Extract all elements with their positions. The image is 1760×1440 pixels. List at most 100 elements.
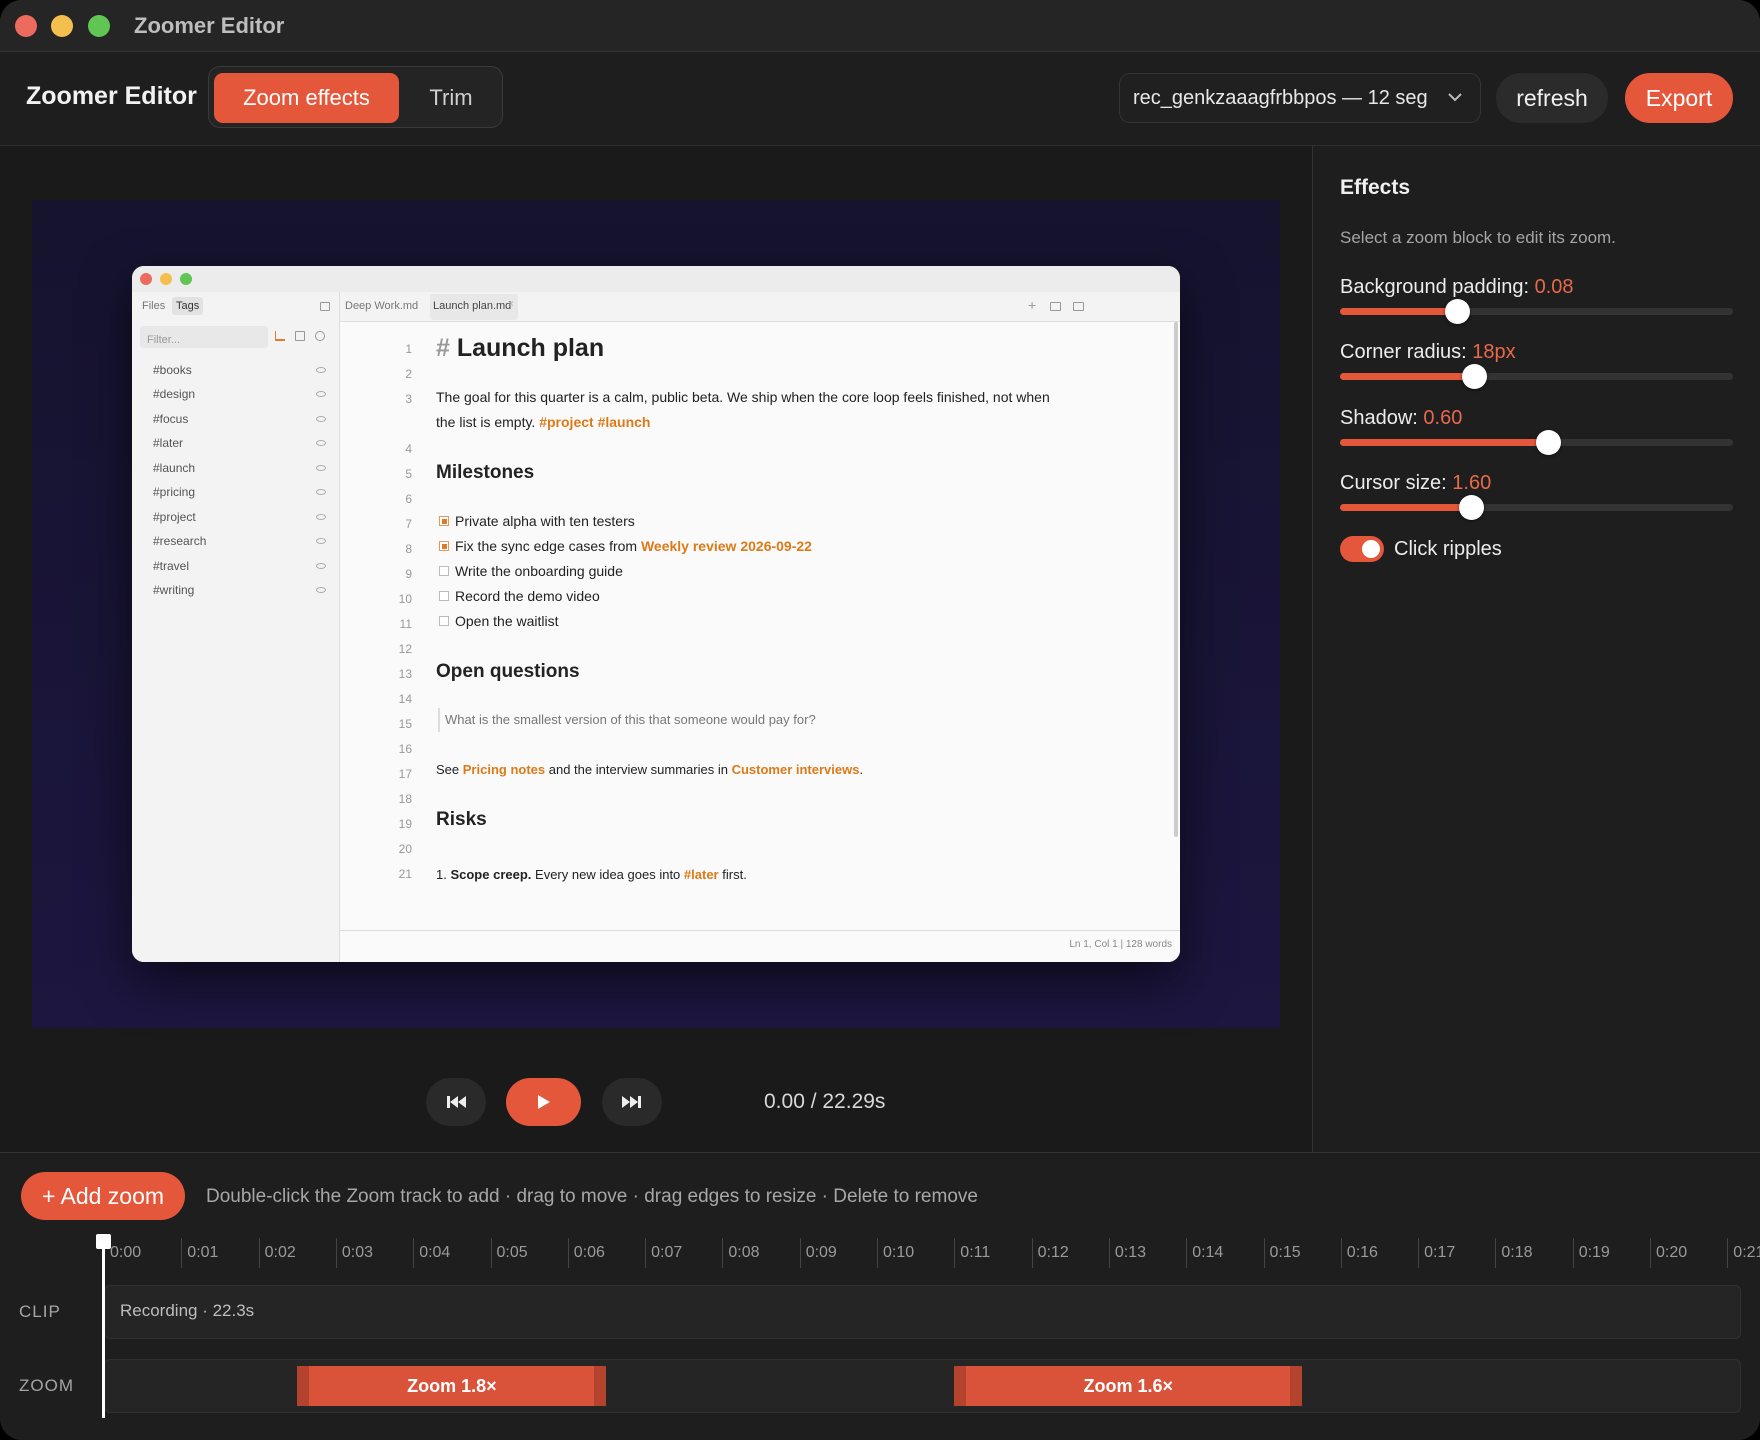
playhead[interactable] bbox=[96, 1234, 111, 1418]
ruler-tick: 0:12 bbox=[1031, 1238, 1069, 1268]
eye-icon bbox=[316, 514, 326, 520]
doc-paragraph: The goal for this quarter is a calm, pub… bbox=[436, 389, 1050, 405]
time-readout: 0.00 / 22.29s bbox=[764, 1090, 886, 1113]
inner-minimize-dot bbox=[160, 273, 172, 285]
inner-tab-tags: Tags bbox=[172, 297, 204, 315]
title-bar: Zoomer Editor bbox=[0, 0, 1760, 52]
ruler-tick: 0:06 bbox=[567, 1238, 605, 1268]
inner-file-tab-active: Launch plan.md × bbox=[430, 294, 518, 320]
tag-item: #pricing bbox=[153, 485, 196, 499]
inner-sidebar: Files Tags Filter... #books #design #foc… bbox=[132, 292, 340, 962]
shadow-slider[interactable] bbox=[1340, 430, 1733, 455]
sort-icon bbox=[275, 331, 285, 341]
corner-radius-slider[interactable] bbox=[1340, 364, 1733, 389]
eye-icon bbox=[316, 465, 326, 471]
inner-file-tab: Deep Work.md bbox=[345, 300, 419, 312]
slider-fill bbox=[1340, 373, 1474, 380]
cursor-size-slider[interactable] bbox=[1340, 495, 1733, 520]
shadow-label: Shadow: 0.60 bbox=[1340, 407, 1463, 429]
line-number: 21 bbox=[398, 867, 412, 881]
play-icon bbox=[538, 1095, 550, 1109]
effects-hint: Select a zoom block to edit its zoom. bbox=[1340, 228, 1616, 247]
inner-tab-bar: Deep Work.md Launch plan.md × + bbox=[340, 292, 1180, 322]
line-number: 13 bbox=[398, 667, 412, 681]
heading-milestones: Milestones bbox=[436, 462, 535, 483]
ruler-tick: 0:07 bbox=[645, 1238, 682, 1268]
slider-fill bbox=[1340, 308, 1457, 315]
zoom-block[interactable]: Zoom 1.6× bbox=[954, 1366, 1303, 1406]
zoom-block-left-handle[interactable] bbox=[954, 1366, 967, 1406]
zoom-block-right-handle[interactable] bbox=[1290, 1366, 1303, 1406]
tag-item: #later bbox=[153, 436, 184, 450]
line-number: 3 bbox=[405, 392, 412, 406]
task-item: Record the demo video bbox=[439, 588, 600, 604]
line-number: 7 bbox=[405, 517, 412, 531]
mode-tabs: Zoom effects Trim bbox=[208, 66, 503, 128]
cursor-size-label: Cursor size: 1.60 bbox=[1340, 472, 1492, 494]
zoom-block[interactable]: Zoom 1.8× bbox=[297, 1366, 607, 1406]
doc-links-line: See Pricing notes and the interview summ… bbox=[436, 762, 864, 777]
ruler-tick: 0:04 bbox=[413, 1238, 450, 1268]
close-window-button[interactable] bbox=[15, 15, 37, 37]
panel-icon bbox=[1073, 302, 1084, 311]
minimize-window-button[interactable] bbox=[51, 15, 73, 37]
skip-forward-button[interactable] bbox=[602, 1078, 662, 1126]
inner-editor: 1 2 3 4 5 6 7 8 9 10 11 12 13 14 15 16 1… bbox=[340, 322, 1180, 962]
zoom-track-label: ZOOM bbox=[19, 1376, 74, 1395]
ruler-tick: 0:21 bbox=[1727, 1238, 1760, 1268]
tag-item: #project bbox=[153, 510, 196, 524]
slider-knob[interactable] bbox=[1535, 430, 1561, 455]
clip-track[interactable]: Recording · 22.3s bbox=[104, 1285, 1741, 1339]
line-number: 14 bbox=[398, 692, 412, 706]
tab-trim[interactable]: Trim bbox=[403, 73, 499, 123]
slider-knob[interactable] bbox=[1458, 495, 1484, 520]
tag-item: #travel bbox=[153, 559, 190, 573]
inner-tab-files: Files bbox=[142, 300, 166, 312]
click-ripples-toggle[interactable] bbox=[1340, 536, 1384, 562]
time-ruler[interactable]: 0:00 0:01 0:02 0:03 0:04 0:05 0:06 0:07 0:08 0:09… bbox=[0, 1232, 1760, 1272]
doc-paragraph-cont: the list is empty. #project #launch bbox=[436, 414, 651, 430]
add-zoom-button[interactable]: + Add zoom bbox=[21, 1172, 185, 1220]
zoom-block-right-handle[interactable] bbox=[594, 1366, 607, 1406]
tab-zoom-effects[interactable]: Zoom effects bbox=[214, 73, 399, 123]
window-title: Zoomer Editor bbox=[134, 13, 285, 38]
zoom-block-label: Zoom 1.6× bbox=[1083, 1376, 1173, 1396]
timeline-hint: Double-click the Zoom track to add · dra… bbox=[206, 1186, 978, 1207]
slider-knob[interactable] bbox=[1444, 299, 1470, 324]
heading-risks: Risks bbox=[436, 809, 487, 830]
zoom-window-button[interactable] bbox=[88, 15, 110, 37]
refresh-button[interactable]: refresh bbox=[1496, 73, 1608, 123]
slider-knob[interactable] bbox=[1462, 364, 1487, 389]
tag-item: #research bbox=[153, 534, 207, 548]
ruler-tick: 0:13 bbox=[1108, 1238, 1146, 1268]
background-padding-slider[interactable] bbox=[1340, 299, 1733, 324]
inner-filter-input: Filter... bbox=[140, 326, 268, 348]
ruler-tick: 0:03 bbox=[335, 1238, 373, 1268]
ruler-tick: 0:14 bbox=[1186, 1238, 1223, 1268]
zoom-block-label: Zoom 1.8× bbox=[407, 1376, 497, 1396]
zoom-block-left-handle[interactable] bbox=[297, 1366, 310, 1406]
task-item: Write the onboarding guide bbox=[439, 563, 623, 579]
recording-select[interactable]: rec_genkzaaagfrbbpos — 12 seg bbox=[1119, 73, 1481, 123]
app-window: Zoomer Editor Zoomer Editor Zoom effects… bbox=[0, 0, 1760, 1440]
task-item: Open the waitlist bbox=[439, 613, 559, 629]
line-number: 4 bbox=[405, 442, 412, 456]
plus-icon: + bbox=[1028, 297, 1037, 313]
tab-close-icon: × bbox=[508, 299, 514, 310]
chevron-down-icon bbox=[1448, 93, 1462, 102]
ruler-tick: 0:01 bbox=[181, 1238, 218, 1268]
ruler-tick: 0:09 bbox=[799, 1238, 837, 1268]
eye-icon bbox=[316, 416, 326, 422]
doc-heading: # Launch plan bbox=[436, 334, 605, 362]
skip-back-button[interactable] bbox=[426, 1078, 486, 1126]
eye-icon bbox=[316, 538, 326, 544]
play-button[interactable] bbox=[506, 1078, 581, 1126]
ruler-tick: 0:02 bbox=[258, 1238, 296, 1268]
recording-select-value: rec_genkzaaagfrbbpos — 12 seg bbox=[1133, 87, 1428, 109]
ruler-tick: 0:16 bbox=[1340, 1238, 1378, 1268]
heading-open-questions: Open questions bbox=[436, 661, 580, 682]
slider-fill bbox=[1340, 504, 1471, 511]
preview-screen: Files Tags Filter... #books #design #foc… bbox=[132, 266, 1180, 962]
export-button[interactable]: Export bbox=[1625, 73, 1733, 123]
skip-forward-icon bbox=[622, 1096, 641, 1108]
